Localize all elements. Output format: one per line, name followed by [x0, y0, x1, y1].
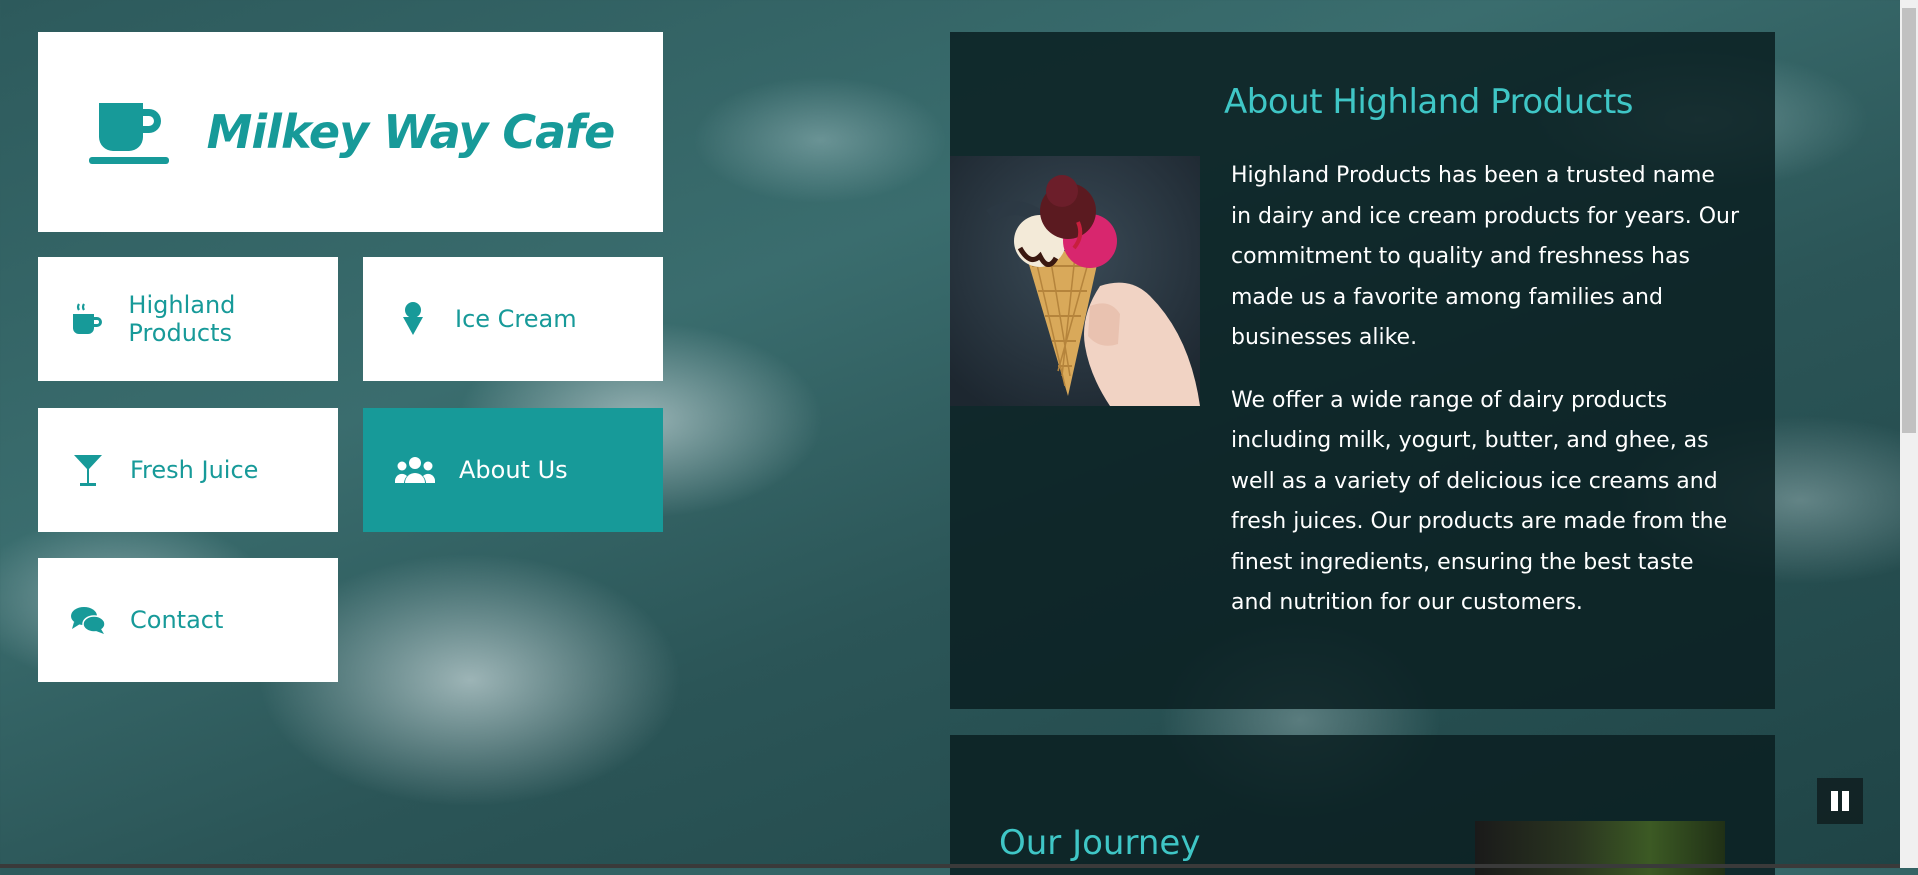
- users-icon: [393, 450, 437, 490]
- pause-icon: [1831, 791, 1849, 811]
- journey-panel: Our Journey: [950, 735, 1775, 875]
- cocktail-glass-icon: [68, 450, 108, 490]
- bottom-edge: [0, 864, 1900, 868]
- coffee-cup-icon: [88, 103, 169, 164]
- nav-highland-products[interactable]: Highland Products: [38, 257, 338, 381]
- nav-about-us[interactable]: About Us: [363, 408, 663, 532]
- about-paragraph: We offer a wide range of dairy products …: [1231, 387, 1728, 616]
- nav-fresh-juice[interactable]: Fresh Juice: [38, 408, 338, 532]
- nav-label: Ice Cream: [455, 305, 577, 333]
- brand-title: Milkey Way Cafe: [206, 105, 616, 159]
- nav-contact[interactable]: Contact: [38, 558, 338, 682]
- nav-label: Fresh Juice: [130, 456, 259, 484]
- journey-title: Our Journey: [999, 823, 1201, 863]
- ice-cream-cone-image: [950, 156, 1200, 406]
- about-panel: About Highland Products Highland Product…: [950, 32, 1775, 709]
- nav-label: About Us: [459, 456, 568, 484]
- page-scrollbar[interactable]: [1900, 0, 1918, 868]
- about-text: Highland Products has been a trusted nam…: [1231, 156, 1741, 646]
- pause-slideshow-button[interactable]: [1817, 778, 1863, 824]
- mug-hot-icon: [68, 299, 106, 339]
- scrollbar-thumb[interactable]: [1902, 8, 1916, 433]
- brand-logo[interactable]: Milkey Way Cafe: [38, 32, 663, 232]
- nav-label: Contact: [130, 606, 224, 634]
- about-paragraph: Highland Products has been a trusted nam…: [1231, 163, 1740, 350]
- nav-ice-cream[interactable]: Ice Cream: [363, 257, 663, 381]
- ice-cream-icon: [393, 299, 433, 339]
- comments-icon: [68, 600, 108, 640]
- about-title: About Highland Products: [1224, 82, 1634, 122]
- nav-label: Highland Products: [128, 291, 236, 347]
